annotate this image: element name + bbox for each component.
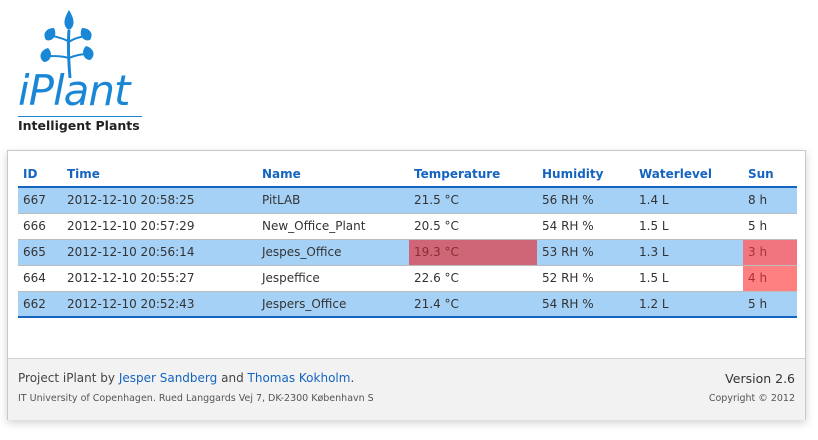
column-header-sun: Sun	[743, 161, 797, 188]
column-header-temperature: Temperature	[409, 161, 537, 188]
cell-humidity: 54 RH %	[537, 290, 634, 318]
cell-sun-alert: 3 h	[743, 238, 797, 266]
cell-temperature: 20.5 °C	[409, 212, 537, 240]
author-link-thomas[interactable]: Thomas Kokholm	[248, 371, 351, 385]
cell-sun: 5 h	[743, 212, 797, 240]
cell-time: 2012-12-10 20:57:29	[62, 212, 257, 240]
logo-tagline: Intelligent Plants	[18, 118, 140, 133]
cell-waterlevel: 1.4 L	[634, 186, 743, 214]
column-header-humidity: Humidity	[537, 161, 634, 188]
logo-divider	[18, 116, 142, 117]
logo: iPlant Intelligent Plants	[16, 8, 146, 138]
footer-credits: Project iPlant by Jesper Sandberg and Th…	[18, 371, 354, 385]
cell-name: PitLAB	[257, 186, 409, 214]
cell-name: Jespers_Office	[257, 290, 409, 318]
cell-time: 2012-12-10 20:52:43	[62, 290, 257, 318]
table-row: 667 2012-12-10 20:58:25 PitLAB 21.5 °C 5…	[18, 186, 797, 214]
column-header-name: Name	[257, 161, 409, 188]
cell-sun-alert: 4 h	[743, 264, 797, 292]
logo-wordmark: iPlant	[18, 66, 130, 115]
table-row: 664 2012-12-10 20:55:27 Jespeffice 22.6 …	[18, 264, 797, 292]
cell-name: Jespes_Office	[257, 238, 409, 266]
cell-waterlevel: 1.3 L	[634, 238, 743, 266]
table-row: 662 2012-12-10 20:52:43 Jespers_Office 2…	[18, 290, 797, 318]
cell-humidity: 56 RH %	[537, 186, 634, 214]
table-header-row: ID Time Name Temperature Humidity Waterl…	[18, 161, 797, 188]
cell-time: 2012-12-10 20:55:27	[62, 264, 257, 292]
column-header-waterlevel: Waterlevel	[634, 161, 743, 188]
cell-temperature: 21.5 °C	[409, 186, 537, 214]
readings-table: ID Time Name Temperature Humidity Waterl…	[18, 161, 797, 318]
footer-period: .	[350, 371, 355, 385]
table-row: 665 2012-12-10 20:56:14 Jespes_Office 19…	[18, 238, 797, 266]
cell-id: 666	[18, 212, 62, 240]
cell-sun: 8 h	[743, 186, 797, 214]
author-link-jesper[interactable]: Jesper Sandberg	[119, 371, 217, 385]
cell-time: 2012-12-10 20:58:25	[62, 186, 257, 214]
cell-name: New_Office_Plant	[257, 212, 409, 240]
cell-waterlevel: 1.5 L	[634, 212, 743, 240]
copyright-label: Copyright © 2012	[708, 393, 795, 404]
cell-humidity: 52 RH %	[537, 264, 634, 292]
footer: Project iPlant by Jesper Sandberg and Th…	[8, 358, 805, 420]
cell-id: 662	[18, 290, 62, 318]
readings-panel: ID Time Name Temperature Humidity Waterl…	[7, 150, 806, 420]
cell-id: 665	[18, 238, 62, 266]
cell-id: 667	[18, 186, 62, 214]
footer-and: and	[221, 371, 244, 385]
cell-temperature: 21.4 °C	[409, 290, 537, 318]
cell-sun: 5 h	[743, 290, 797, 318]
cell-humidity: 54 RH %	[537, 212, 634, 240]
cell-temperature-alert: 19.3 °C	[409, 238, 537, 266]
cell-id: 664	[18, 264, 62, 292]
cell-waterlevel: 1.5 L	[634, 264, 743, 292]
cell-humidity: 53 RH %	[537, 238, 634, 266]
column-header-time: Time	[62, 161, 257, 188]
version-label: Version 2.6	[725, 371, 795, 386]
column-header-id: ID	[18, 161, 62, 188]
footer-project-prefix: Project iPlant by	[18, 371, 115, 385]
cell-time: 2012-12-10 20:56:14	[62, 238, 257, 266]
cell-temperature: 22.6 °C	[409, 264, 537, 292]
cell-name: Jespeffice	[257, 264, 409, 292]
footer-address: IT University of Copenhagen. Rued Langga…	[18, 393, 374, 404]
table-row: 666 2012-12-10 20:57:29 New_Office_Plant…	[18, 212, 797, 240]
cell-waterlevel: 1.2 L	[634, 290, 743, 318]
